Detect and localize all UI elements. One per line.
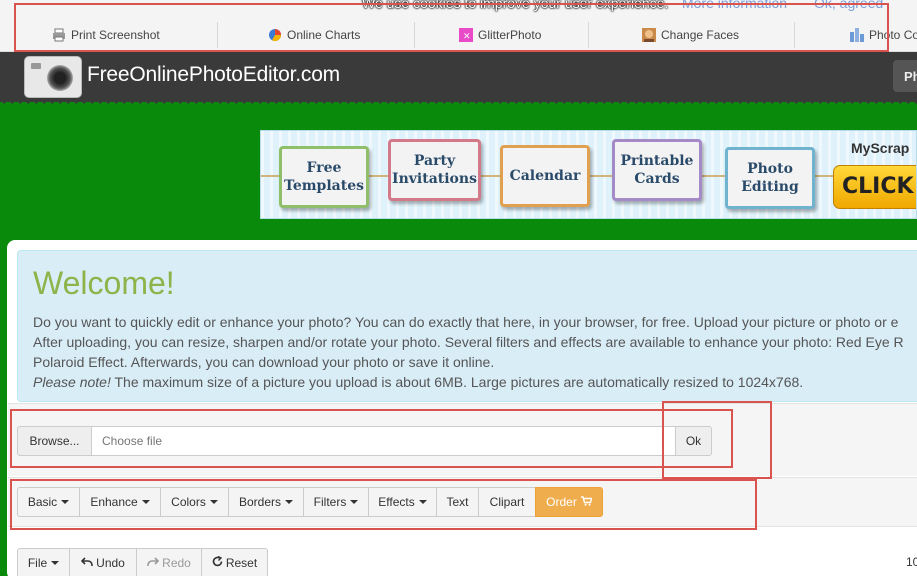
colors-menu-button[interactable]: Colors bbox=[160, 487, 229, 517]
caret-down-icon bbox=[209, 500, 218, 504]
order-button[interactable]: Order bbox=[535, 487, 603, 517]
photo-collage-icon bbox=[850, 28, 864, 42]
clipart-button[interactable]: Clipart bbox=[478, 487, 536, 517]
enhance-label: Enhance bbox=[90, 495, 138, 509]
ok-agreed-link[interactable]: Ok, agreed bbox=[814, 0, 883, 11]
promo-banner[interactable]: Free Templates Party Invitations Calendar … bbox=[260, 130, 917, 219]
zoom-level-text: 10 bbox=[906, 555, 917, 569]
toplink-online-charts[interactable]: Online Charts bbox=[268, 25, 360, 45]
header-zigzag-edge bbox=[0, 100, 917, 108]
colors-label: Colors bbox=[171, 495, 206, 509]
ok-button[interactable]: Ok bbox=[675, 426, 712, 456]
pie-chart-icon bbox=[268, 28, 282, 42]
redo-icon bbox=[147, 556, 160, 570]
effects-label: Effects bbox=[378, 495, 415, 509]
filters-label: Filters bbox=[313, 495, 347, 509]
undo-button[interactable]: Undo bbox=[69, 548, 137, 576]
svg-text:✕: ✕ bbox=[463, 32, 471, 42]
glitter-icon: ✕ bbox=[459, 28, 473, 42]
caret-down-icon bbox=[418, 500, 427, 504]
toplink-label: Print Screenshot bbox=[71, 28, 160, 42]
filters-menu-button[interactable]: Filters bbox=[303, 487, 369, 517]
cookie-message: We use cookies to improve your user expe… bbox=[362, 0, 669, 11]
welcome-note: Please note! The maximum size of a pictu… bbox=[33, 372, 803, 392]
note-label: Please note! bbox=[33, 374, 111, 390]
borders-menu-button[interactable]: Borders bbox=[228, 487, 304, 517]
note-text: The maximum size of a picture you upload… bbox=[110, 374, 804, 390]
face-icon bbox=[642, 28, 656, 42]
welcome-line-2: After uploading, you can resize, sharpen… bbox=[33, 334, 904, 350]
camera-logo-icon[interactable] bbox=[24, 56, 82, 98]
cookie-notice: We use cookies to improve your user expe… bbox=[0, 0, 917, 18]
welcome-line-1: Do you want to quickly edit or enhance y… bbox=[33, 314, 899, 330]
welcome-line-3: Polaroid Effect. Afterwards, you can dow… bbox=[33, 354, 495, 370]
more-information-link[interactable]: More information bbox=[682, 0, 787, 11]
shopping-cart-icon bbox=[580, 495, 593, 509]
basic-menu-button[interactable]: Basic bbox=[17, 487, 80, 517]
toplink-change-faces[interactable]: Change Faces bbox=[642, 25, 739, 45]
toplink-divider bbox=[588, 22, 589, 48]
banner-tile-party-invitations[interactable]: Party Invitations bbox=[388, 139, 481, 201]
header-nav-button[interactable]: Ph bbox=[893, 60, 917, 92]
enhance-menu-button[interactable]: Enhance bbox=[79, 487, 161, 517]
welcome-title: Welcome! bbox=[33, 265, 175, 301]
toplink-label: Online Charts bbox=[287, 28, 361, 42]
undo-icon bbox=[81, 556, 93, 570]
text-button[interactable]: Text bbox=[436, 487, 479, 517]
caret-down-icon bbox=[61, 500, 70, 504]
banner-tile-printable-cards[interactable]: Printable Cards bbox=[612, 139, 702, 201]
toplink-print-screenshot[interactable]: Print Screenshot bbox=[52, 25, 160, 45]
file-menu-button[interactable]: File bbox=[17, 548, 70, 576]
order-label: Order bbox=[546, 495, 577, 509]
toplink-glitterphoto[interactable]: ✕ GlitterPhoto bbox=[459, 25, 541, 45]
file-label: File bbox=[27, 556, 48, 570]
reset-button[interactable]: Reset bbox=[201, 548, 268, 576]
toplink-divider bbox=[217, 22, 218, 48]
reset-icon bbox=[212, 555, 223, 570]
toplink-label: Photo Co bbox=[869, 28, 917, 42]
welcome-box: Welcome! Do you want to quickly edit or … bbox=[17, 250, 917, 402]
effects-menu-button[interactable]: Effects bbox=[368, 487, 437, 517]
toplink-photo-collage[interactable]: Photo Co bbox=[850, 25, 917, 45]
toplink-divider bbox=[794, 22, 795, 48]
banner-tile-calendar[interactable]: Calendar bbox=[500, 145, 590, 207]
toplink-label: Change Faces bbox=[661, 28, 740, 42]
caret-down-icon bbox=[141, 500, 150, 504]
borders-label: Borders bbox=[238, 495, 282, 509]
undo-label: Undo bbox=[96, 556, 125, 570]
file-input[interactable] bbox=[91, 426, 676, 456]
caret-down-icon bbox=[51, 561, 60, 565]
toplink-divider bbox=[414, 22, 415, 48]
caret-down-icon bbox=[350, 500, 359, 504]
basic-label: Basic bbox=[27, 495, 58, 509]
caret-down-icon bbox=[285, 500, 294, 504]
browse-button[interactable]: Browse... bbox=[17, 426, 92, 456]
banner-myscrap-label: MyScrap bbox=[851, 140, 910, 156]
reset-label: Reset bbox=[225, 556, 258, 570]
site-title[interactable]: FreeOnlinePhotoEditor.com bbox=[87, 63, 340, 87]
banner-click-here-button[interactable]: CLICK H bbox=[833, 165, 916, 209]
banner-tile-free-templates[interactable]: Free Templates bbox=[279, 146, 369, 208]
printer-icon bbox=[52, 28, 66, 42]
banner-tile-photo-editing[interactable]: Photo Editing bbox=[725, 147, 815, 209]
redo-button[interactable]: Redo bbox=[136, 548, 202, 576]
redo-label: Redo bbox=[162, 556, 191, 570]
toplink-label: GlitterPhoto bbox=[478, 28, 542, 42]
